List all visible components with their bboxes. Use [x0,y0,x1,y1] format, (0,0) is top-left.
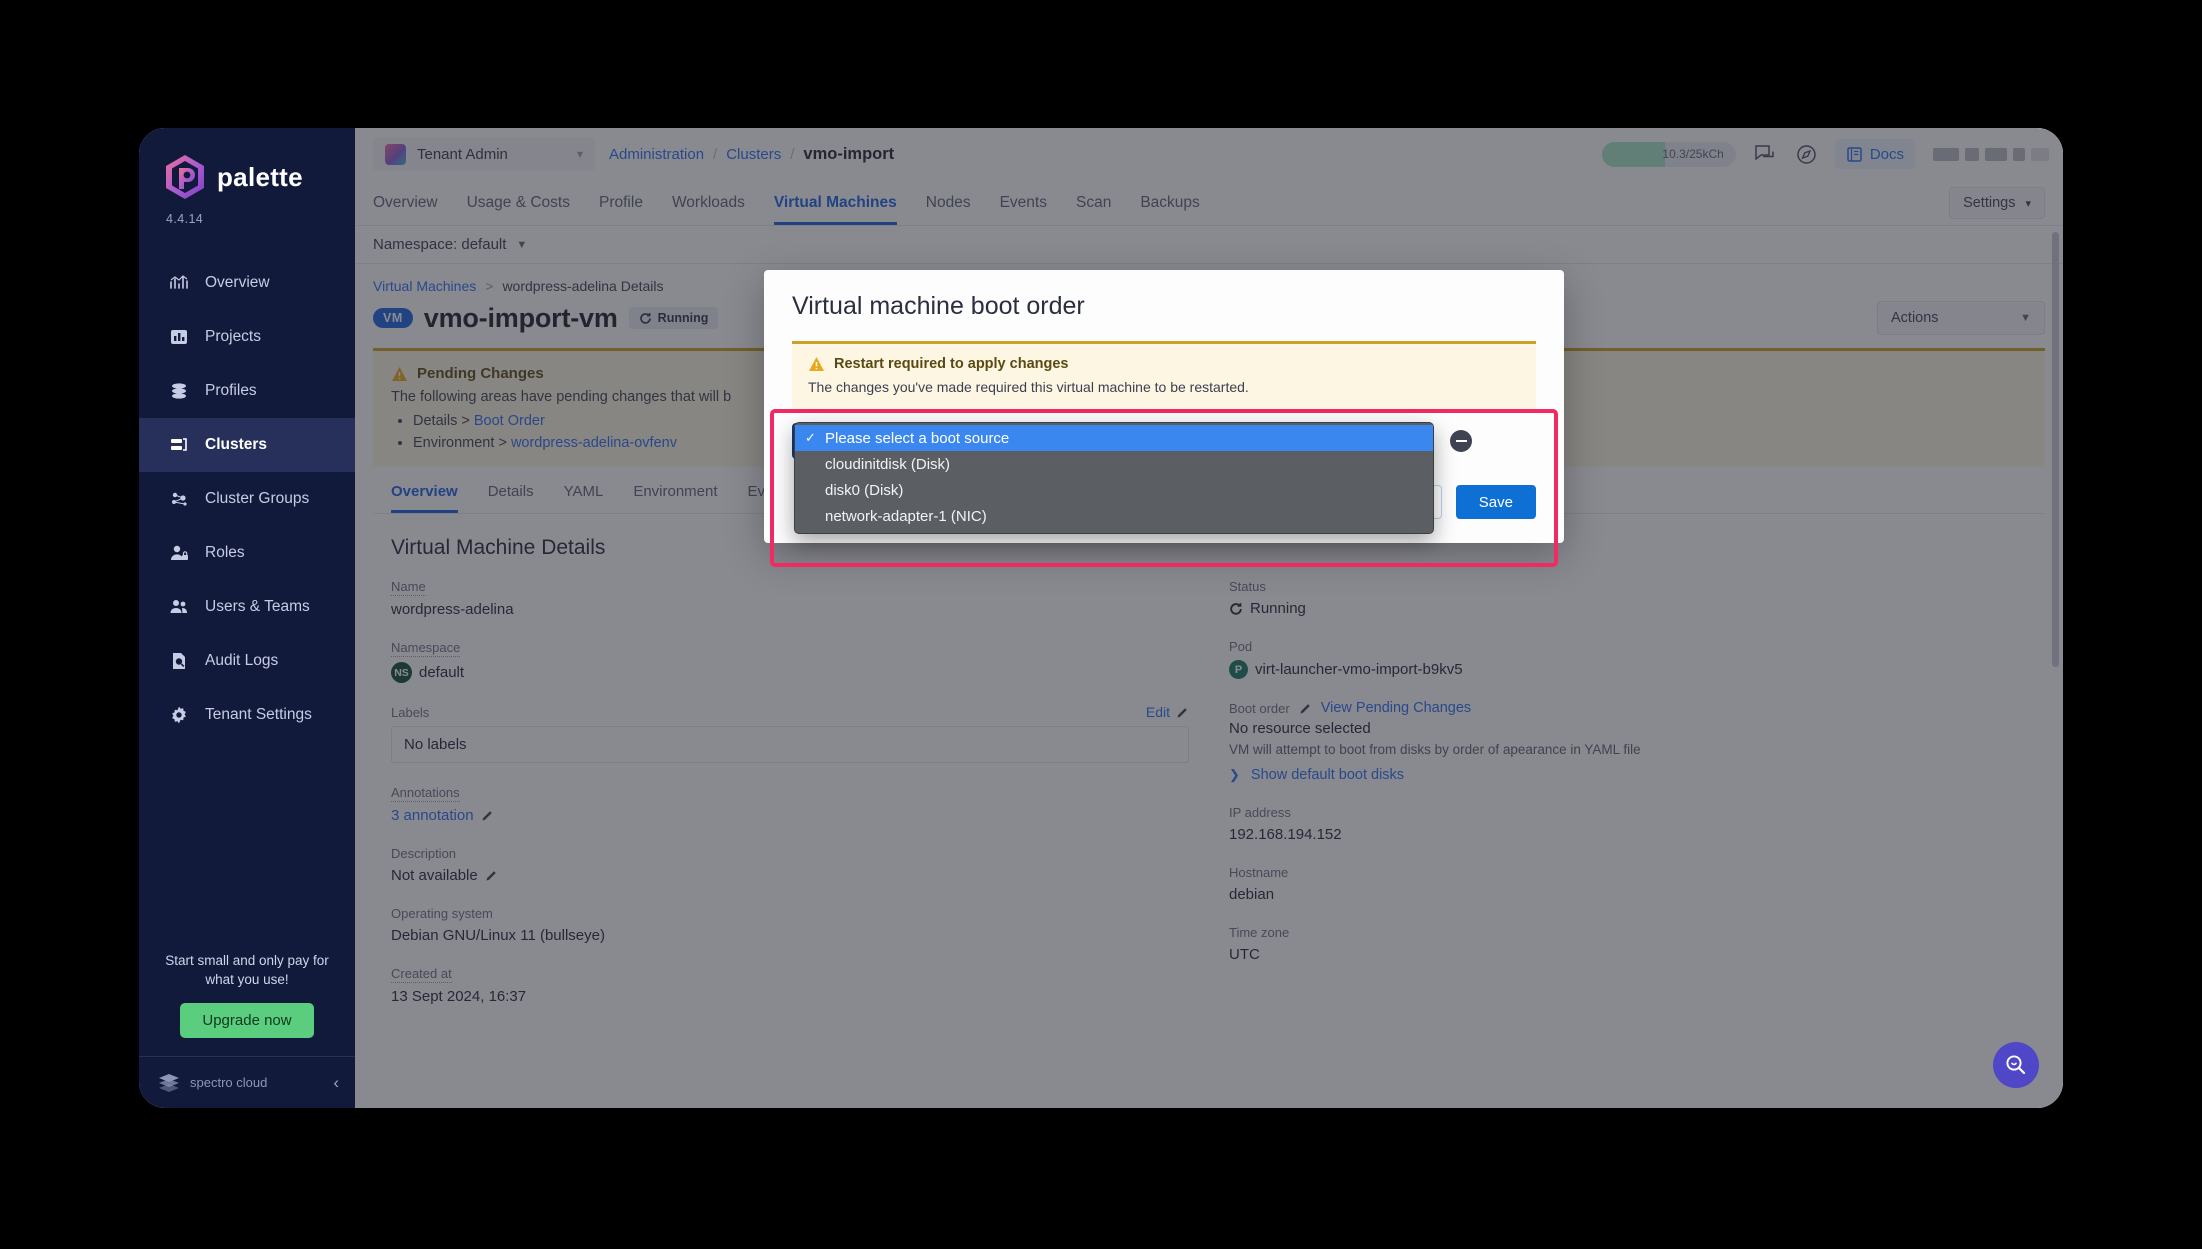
sidebar-item-users-teams[interactable]: Users & Teams [139,580,355,634]
app-version: 4.4.14 [139,200,355,226]
sidebar-footer: spectro cloud ‹ [139,1056,355,1108]
dropdown-option-label: Please select a boot source [825,430,1009,447]
help-search-button[interactable] [1993,1042,2039,1088]
sidebar-item-roles[interactable]: Roles [139,526,355,580]
sidebar-item-label: Clusters [205,436,267,454]
clusters-icon [169,435,189,455]
roles-icon [169,543,189,563]
sidebar-item-profiles[interactable]: Profiles [139,364,355,418]
sidebar: palette 4.4.14 Overview Projects [139,128,355,1108]
minus-icon [1456,440,1467,442]
cluster-groups-icon [169,489,189,509]
sidebar-item-label: Overview [205,274,270,292]
warning-icon [808,356,825,372]
boot-source-row: ✓ Please select a boot source cloudinitd… [792,423,1536,459]
check-icon: ✓ [805,430,817,446]
dropdown-option-cloudinitdisk[interactable]: cloudinitdisk (Disk) [795,451,1433,477]
chart-overview-icon [169,273,189,293]
profiles-stack-icon [169,381,189,401]
restart-warning-title-row: Restart required to apply changes [808,356,1520,372]
remove-boot-source-button[interactable] [1450,430,1472,452]
sidebar-item-audit-logs[interactable]: Audit Logs [139,634,355,688]
dropdown-option-label: network-adapter-1 (NIC) [825,508,987,525]
restart-warning-title: Restart required to apply changes [834,356,1068,372]
sidebar-item-overview[interactable]: Overview [139,256,355,310]
sidebar-item-projects[interactable]: Projects [139,310,355,364]
boot-source-dropdown-list[interactable]: ✓ Please select a boot source cloudinitd… [794,422,1434,534]
upgrade-now-button[interactable]: Upgrade now [180,1003,313,1038]
sidebar-item-label: Projects [205,328,261,346]
footer-brand-label: spectro cloud [190,1075,267,1090]
sidebar-item-label: Cluster Groups [205,490,309,508]
upgrade-promo: Start small and only pay for what you us… [139,951,355,1056]
promo-text: Start small and only pay for what you us… [157,951,337,990]
sidebar-item-label: Users & Teams [205,598,310,616]
sidebar-item-label: Roles [205,544,245,562]
restart-warning-body: The changes you've made required this vi… [808,379,1520,395]
audit-logs-icon [169,651,189,671]
gear-icon [169,705,189,725]
brand-logo[interactable]: palette [139,128,355,200]
sidebar-item-cluster-groups[interactable]: Cluster Groups [139,472,355,526]
search-smiley-icon [2004,1053,2028,1077]
dropdown-option-placeholder[interactable]: ✓ Please select a boot source [795,425,1433,451]
dropdown-option-label: cloudinitdisk (Disk) [825,456,950,473]
sidebar-item-label: Audit Logs [205,652,278,670]
palette-logo-icon [164,154,206,200]
sidebar-nav: Overview Projects Profiles [139,256,355,742]
collapse-sidebar-icon[interactable]: ‹ [333,1073,339,1093]
projects-icon [169,327,189,347]
sidebar-item-clusters[interactable]: Clusters [139,418,355,472]
sidebar-item-tenant-settings[interactable]: Tenant Settings [139,688,355,742]
users-teams-icon [169,597,189,617]
save-button[interactable]: Save [1456,485,1536,519]
brand-name: palette [217,162,303,193]
dropdown-option-disk0[interactable]: disk0 (Disk) [795,477,1433,503]
spectro-cloud-logo-icon [157,1072,181,1094]
dropdown-option-network-adapter-1[interactable]: network-adapter-1 (NIC) [795,503,1433,529]
restart-warning-banner: Restart required to apply changes The ch… [792,341,1536,409]
boot-source-zone: ✓ Please select a boot source cloudinitd… [792,423,1536,519]
sidebar-item-label: Profiles [205,382,257,400]
modal-title: Virtual machine boot order [792,292,1536,321]
boot-source-select[interactable]: ✓ Please select a boot source cloudinitd… [792,423,1432,459]
dropdown-option-label: disk0 (Disk) [825,482,903,499]
boot-order-modal: Virtual machine boot order Restart requi… [764,270,1564,543]
sidebar-item-label: Tenant Settings [205,706,312,724]
